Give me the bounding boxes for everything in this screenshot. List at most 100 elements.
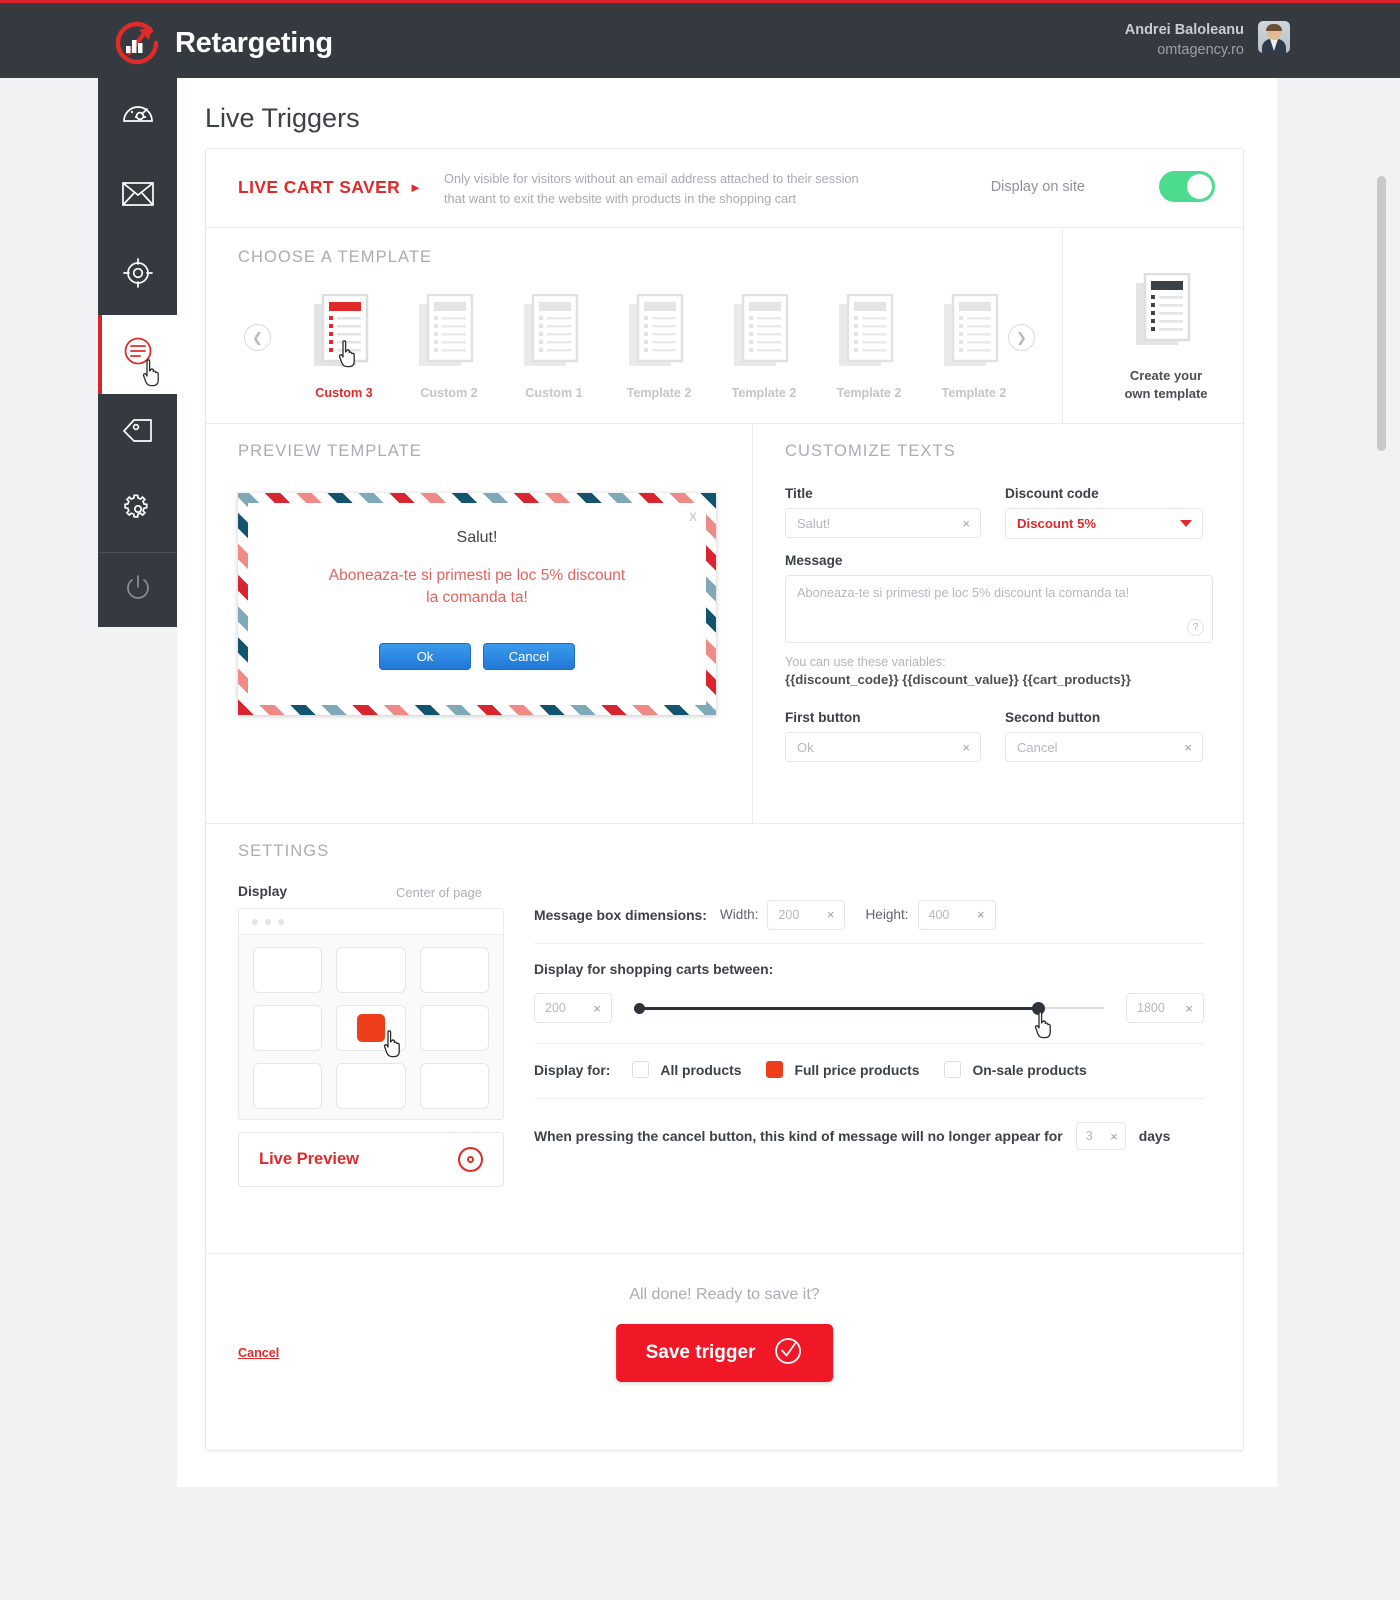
clear-icon[interactable]: ×: [593, 1001, 601, 1016]
position-cell-7[interactable]: [336, 1063, 406, 1109]
live-preview-button[interactable]: Live Preview: [238, 1132, 504, 1187]
document-icon: [838, 293, 900, 376]
sidebar-item-tags[interactable]: [98, 394, 177, 473]
discount-code-label: Discount code: [1005, 486, 1099, 501]
display-on-site-toggle[interactable]: [1159, 171, 1215, 202]
template-option-5[interactable]: Template 2: [821, 293, 917, 400]
template-option-3[interactable]: Template 2: [611, 293, 707, 400]
create-own-template-button[interactable]: Create your own template: [1086, 272, 1246, 403]
template-option-4[interactable]: Template 2: [716, 293, 812, 400]
customize-texts-title: CUSTOMIZE TEXTS: [785, 442, 956, 460]
slider-handle-max[interactable]: [1032, 1002, 1045, 1015]
customize-texts-form: Title Salut! × Discount code Discount 5%: [785, 486, 1213, 762]
template-option-0[interactable]: Custom 3: [296, 293, 392, 400]
settings-title: SETTINGS: [238, 842, 330, 860]
cart-range-slider[interactable]: [634, 997, 1104, 1039]
checkbox-on-sale-products[interactable]: [944, 1061, 962, 1078]
cancel-days-input[interactable]: 3 ×: [1075, 1122, 1126, 1150]
sidebar-item-targeting[interactable]: [98, 236, 177, 315]
sidebar-item-logout[interactable]: [98, 553, 177, 627]
sidebar-item-dashboard[interactable]: [98, 78, 177, 157]
top-header-bar: Retargeting Andrei Baloleanu omtagency.r…: [0, 0, 1400, 78]
cart-min-input[interactable]: 200 ×: [534, 993, 612, 1023]
height-input[interactable]: 400 ×: [917, 899, 996, 930]
second-button-input[interactable]: Cancel ×: [1005, 732, 1203, 762]
divider: [752, 424, 753, 823]
user-name: Andrei Baloleanu: [1124, 22, 1244, 38]
divider: [1062, 228, 1063, 423]
position-cell-8[interactable]: [419, 1063, 489, 1109]
mouse-cursor-icon: [383, 1030, 405, 1058]
carousel-prev-button[interactable]: ❮: [244, 324, 271, 351]
position-cell-1[interactable]: [336, 947, 406, 993]
first-button-input[interactable]: Ok ×: [785, 732, 981, 762]
template-option-1[interactable]: Custom 2: [401, 293, 497, 400]
width-input[interactable]: 200 ×: [767, 899, 846, 930]
position-cell-4[interactable]: [336, 1005, 406, 1058]
display-for-row: Display for: All products Full price pro…: [534, 1061, 1204, 1078]
tag-icon: [121, 416, 155, 451]
browser-dot-icon: [252, 918, 258, 925]
cart-max-value: 1800: [1137, 1001, 1165, 1015]
position-cell-0[interactable]: [253, 947, 323, 993]
popup-ok-button[interactable]: Ok: [379, 643, 471, 670]
popup-close-icon[interactable]: X: [689, 510, 697, 524]
cancel-days-value: 3: [1085, 1129, 1093, 1143]
clear-icon[interactable]: ×: [827, 907, 835, 922]
preview-template-title: PREVIEW TEMPLATE: [238, 442, 422, 460]
dashboard-gauge-icon: [121, 98, 155, 137]
template-label: Custom 3: [315, 386, 373, 400]
message-field-label: Message: [785, 553, 843, 568]
clear-icon[interactable]: ×: [962, 516, 970, 531]
cart-max-input[interactable]: 1800 ×: [1126, 993, 1204, 1023]
page-scrollbar-track[interactable]: [1377, 80, 1394, 680]
sidebar: [98, 78, 177, 627]
display-position-value: Center of page: [396, 885, 483, 900]
brand[interactable]: Retargeting: [113, 19, 333, 67]
clear-icon[interactable]: ×: [1185, 1001, 1193, 1016]
gear-icon: [121, 493, 155, 532]
template-label: Template 2: [836, 386, 902, 400]
cancel-link[interactable]: Cancel: [238, 1346, 279, 1360]
clear-icon[interactable]: ×: [962, 740, 970, 755]
template-label: Template 2: [626, 386, 692, 400]
browser-dot-icon: [278, 918, 284, 925]
preview-customize-section: PREVIEW TEMPLATE CUSTOMIZE TEXTS X Salut…: [206, 424, 1243, 824]
display-label: Display: [238, 884, 288, 899]
clear-icon[interactable]: ×: [1110, 1129, 1118, 1144]
label-full-price-products: Full price products: [794, 1061, 920, 1078]
discount-code-select[interactable]: Discount 5%: [1005, 508, 1203, 539]
position-cell-2[interactable]: [419, 947, 489, 993]
sidebar-item-settings[interactable]: [98, 473, 177, 552]
clear-icon[interactable]: ×: [1184, 740, 1192, 755]
message-textarea[interactable]: Aboneaza-te si primesti pe loc 5% discou…: [785, 575, 1213, 643]
checkbox-all-products[interactable]: [632, 1061, 650, 1078]
position-cell-6[interactable]: [253, 1063, 323, 1109]
cancel-days-row: When pressing the cancel button, this ki…: [534, 1122, 1204, 1150]
title-input-value: Salut!: [797, 515, 831, 531]
title-input[interactable]: Salut! ×: [785, 508, 981, 538]
avatar[interactable]: [1258, 21, 1290, 53]
clear-icon[interactable]: ×: [977, 907, 985, 922]
popup-message: Aboneaza-te si primesti pe loc 5% discou…: [268, 565, 686, 610]
page-scrollbar-thumb[interactable]: [1377, 176, 1386, 451]
slider-handle-min[interactable]: [634, 1003, 645, 1014]
template-label: Custom 1: [525, 386, 583, 400]
save-trigger-button[interactable]: Save trigger: [615, 1324, 834, 1382]
popup-cancel-button[interactable]: Cancel: [483, 643, 575, 670]
position-cell-5[interactable]: [419, 1005, 489, 1051]
sidebar-item-live-triggers[interactable]: [98, 315, 177, 394]
checkbox-full-price-products[interactable]: [766, 1061, 784, 1078]
position-cell-3[interactable]: [253, 1005, 323, 1051]
mouse-cursor-icon: [1034, 1011, 1056, 1039]
template-option-6[interactable]: Template 2: [926, 293, 1022, 400]
chevron-right-icon[interactable]: ►: [409, 180, 422, 195]
user-menu[interactable]: Andrei Baloleanu omtagency.ro: [1125, 21, 1290, 60]
template-option-2[interactable]: Custom 1: [506, 293, 602, 400]
dimensions-label: Message box dimensions:: [534, 906, 707, 923]
cart-min-value: 200: [545, 1001, 566, 1015]
help-icon[interactable]: ?: [1187, 619, 1204, 636]
sidebar-item-email[interactable]: [98, 157, 177, 236]
document-icon: [628, 293, 690, 376]
trigger-name[interactable]: LIVE CART SAVER: [238, 177, 400, 198]
